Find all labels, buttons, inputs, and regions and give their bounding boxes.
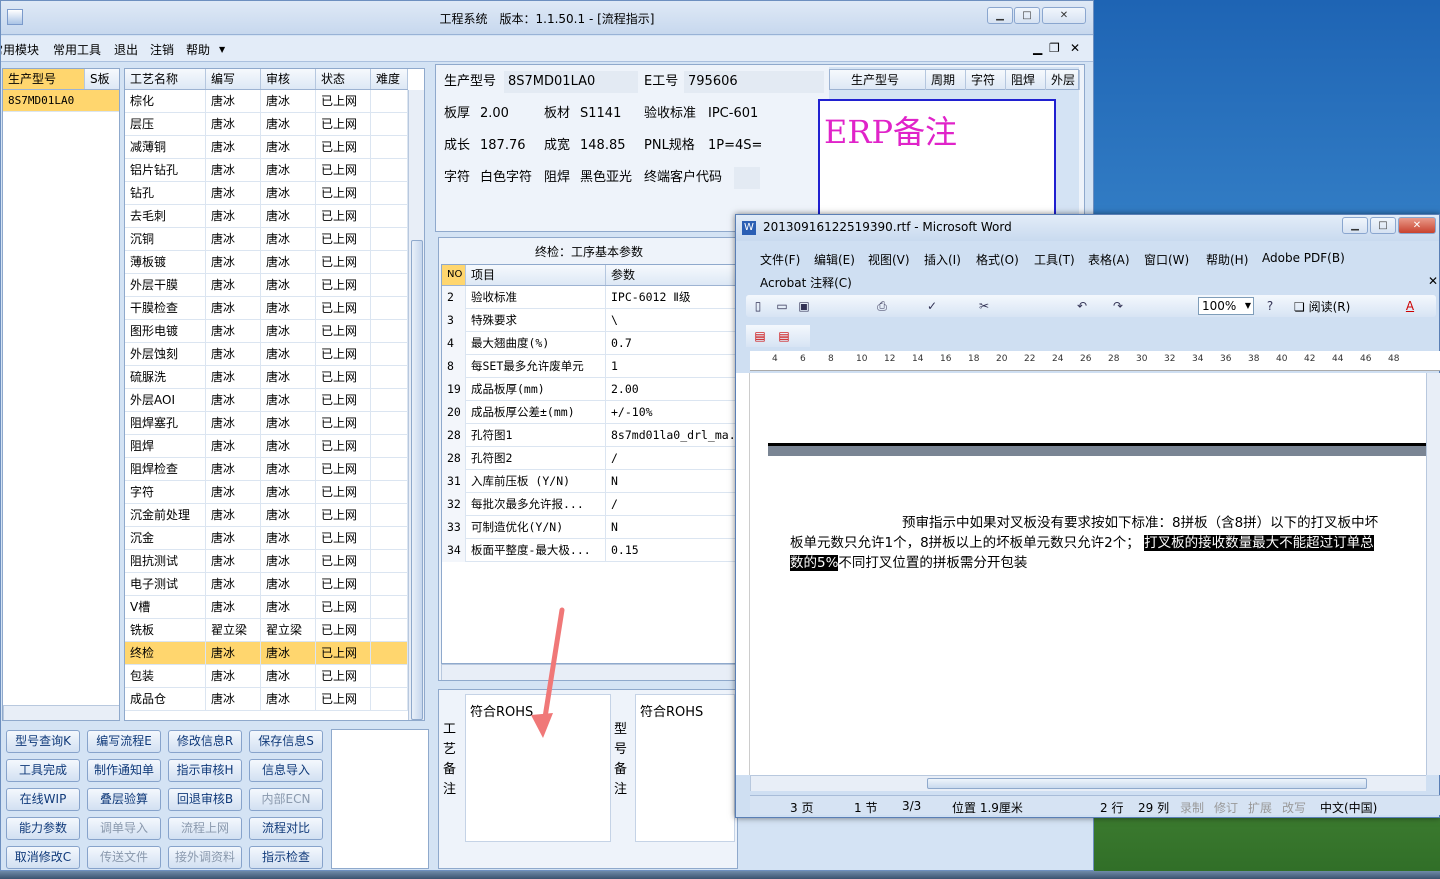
word-toolbar: ▯ ▭ ▣ ⎙ ✓ ✂ ↶ ↷ 100% ▼ ? ❏ 阅读(R) A xyxy=(746,295,1436,317)
arrow-down-head xyxy=(531,713,553,738)
doc-line-3b: 不同打叉位置的拼板需分开包装 xyxy=(838,555,1028,571)
ruler-number: 30 xyxy=(1136,354,1148,364)
pdf-icon[interactable]: ▤ xyxy=(752,328,768,344)
page-gap xyxy=(768,446,1426,456)
document-area[interactable]: 预审指示中如果对叉板没有要求按如下标准：8拼板（含8拼）以下的打叉板中坏 板单元… xyxy=(750,373,1426,775)
word-menu-item[interactable]: 文件(F) xyxy=(760,251,800,268)
status-pages: 3/3 xyxy=(902,799,922,813)
zoom-select[interactable]: 100% ▼ xyxy=(1198,297,1254,315)
word-icon: W xyxy=(742,221,756,235)
ruler-number: 42 xyxy=(1304,354,1316,364)
cut-icon[interactable]: ✂ xyxy=(976,298,992,314)
doc-line-2a: 板单元数只允许1个，8拼板以上的坏板单元数只允许2个； xyxy=(790,535,1140,551)
pdf-toolbar: ▤ ▤ xyxy=(746,325,810,347)
status-language: 中文(中国) xyxy=(1320,801,1378,815)
word-menu-item[interactable]: 插入(I) xyxy=(924,251,961,268)
doc-selected-3: 数的5% xyxy=(790,555,839,571)
ruler-number: 34 xyxy=(1192,354,1204,364)
undo-icon[interactable]: ↶ xyxy=(1074,298,1090,314)
arrow-down xyxy=(540,607,565,733)
status-track[interactable]: 修订 xyxy=(1214,799,1238,816)
ruler-number: 14 xyxy=(912,354,924,364)
ruler-number: 6 xyxy=(800,354,806,364)
doc-selected-2: 打叉板的接收数量最大不能超过订单总 xyxy=(1144,535,1374,551)
taskbar xyxy=(0,871,1440,879)
word-menu-item[interactable]: 表格(A) xyxy=(1088,251,1130,268)
word-menu-item[interactable]: 视图(V) xyxy=(868,251,910,268)
ruler-number: 4 xyxy=(772,354,778,364)
vertical-ruler xyxy=(736,373,750,775)
word-close-button[interactable]: ✕ xyxy=(1398,217,1436,234)
ruler-number: 38 xyxy=(1248,354,1260,364)
ruler-number: 10 xyxy=(856,354,868,364)
ruler-number: 26 xyxy=(1080,354,1092,364)
ruler-number: 40 xyxy=(1276,354,1288,364)
print-icon[interactable]: ⎙ xyxy=(874,298,890,314)
ruler-number: 20 xyxy=(996,354,1008,364)
ruler-number: 24 xyxy=(1052,354,1064,364)
ruler-number: 48 xyxy=(1388,354,1400,364)
ruler-number: 22 xyxy=(1024,354,1036,364)
status-column: 29 列 xyxy=(1138,801,1170,815)
ruler-number: 32 xyxy=(1164,354,1176,364)
redo-icon[interactable]: ↷ xyxy=(1110,298,1126,314)
word-title-bar: W 20130916122519390.rtf - Microsoft Word… xyxy=(736,215,1439,241)
word-menu-item[interactable]: Adobe PDF(B) xyxy=(1262,251,1345,265)
doc-paragraph: 预审指示中如果对叉板没有要求按如下标准：8拼板（含8拼）以下的打叉板中坏 板单元… xyxy=(790,513,1426,573)
horizontal-ruler: 4 6 8 10 12 14 16 18 20 22 24 26 28 30 32 34 36 38 40 42 44 4… xyxy=(750,351,1440,371)
status-page: 3 页 xyxy=(790,801,814,815)
word-menu-item[interactable]: 工具(T) xyxy=(1034,251,1075,268)
word-status-bar: 3 页 1 节 3/3 位置 1.9厘米 2 行 29 列 录制 修订 扩展 改… xyxy=(750,795,1440,815)
ruler-number: 46 xyxy=(1360,354,1372,364)
word-menu-item[interactable]: 帮助(H) xyxy=(1206,251,1248,268)
status-section: 1 节 xyxy=(854,801,878,815)
read-button[interactable]: ❏ 阅读(R) xyxy=(1294,298,1350,315)
word-menu-acrobat[interactable]: Acrobat 注释(C) xyxy=(760,274,852,291)
word-menu-close[interactable]: ✕ xyxy=(1428,274,1438,288)
spell-icon[interactable]: ✓ xyxy=(924,298,940,314)
word-h-thumb[interactable] xyxy=(927,778,1367,789)
ruler-number: 18 xyxy=(968,354,980,364)
word-minimize-button[interactable]: ▁ xyxy=(1342,217,1368,234)
ruler-number: 44 xyxy=(1332,354,1344,364)
help-icon[interactable]: ? xyxy=(1262,298,1278,314)
doc-line-1: 预审指示中如果对叉板没有要求按如下标准：8拼板（含8拼）以下的打叉板中坏 xyxy=(902,515,1379,531)
status-position: 位置 1.9厘米 xyxy=(952,801,1023,815)
status-extend[interactable]: 扩展 xyxy=(1248,799,1272,816)
word-title: 20130916122519390.rtf - Microsoft Word xyxy=(763,220,1012,234)
word-menu-item[interactable]: 编辑(E) xyxy=(814,251,855,268)
ruler-number: 8 xyxy=(828,354,834,364)
word-v-scrollbar[interactable] xyxy=(1426,373,1440,775)
chevron-down-icon: ▼ xyxy=(1244,301,1251,310)
word-window: W 20130916122519390.rtf - Microsoft Word… xyxy=(735,214,1440,818)
ruler-number: 36 xyxy=(1220,354,1232,364)
ruler-number: 16 xyxy=(940,354,952,364)
ruler-number: 28 xyxy=(1108,354,1120,364)
word-maximize-button[interactable]: □ xyxy=(1370,217,1396,234)
new-icon[interactable]: ▯ xyxy=(750,298,766,314)
word-h-scrollbar[interactable] xyxy=(750,775,1426,791)
status-overwrite[interactable]: 改写 xyxy=(1282,799,1306,816)
open-icon[interactable]: ▭ xyxy=(774,298,790,314)
status-record[interactable]: 录制 xyxy=(1180,799,1204,816)
pdf-comment-icon[interactable]: ▤ xyxy=(776,328,792,344)
font-color-icon[interactable]: A xyxy=(1402,298,1418,314)
word-menu-item[interactable]: 格式(O) xyxy=(976,251,1019,268)
save-icon[interactable]: ▣ xyxy=(796,298,812,314)
word-menu-item[interactable]: 窗口(W) xyxy=(1144,251,1189,268)
ruler-number: 12 xyxy=(884,354,896,364)
status-line: 2 行 xyxy=(1100,801,1124,815)
